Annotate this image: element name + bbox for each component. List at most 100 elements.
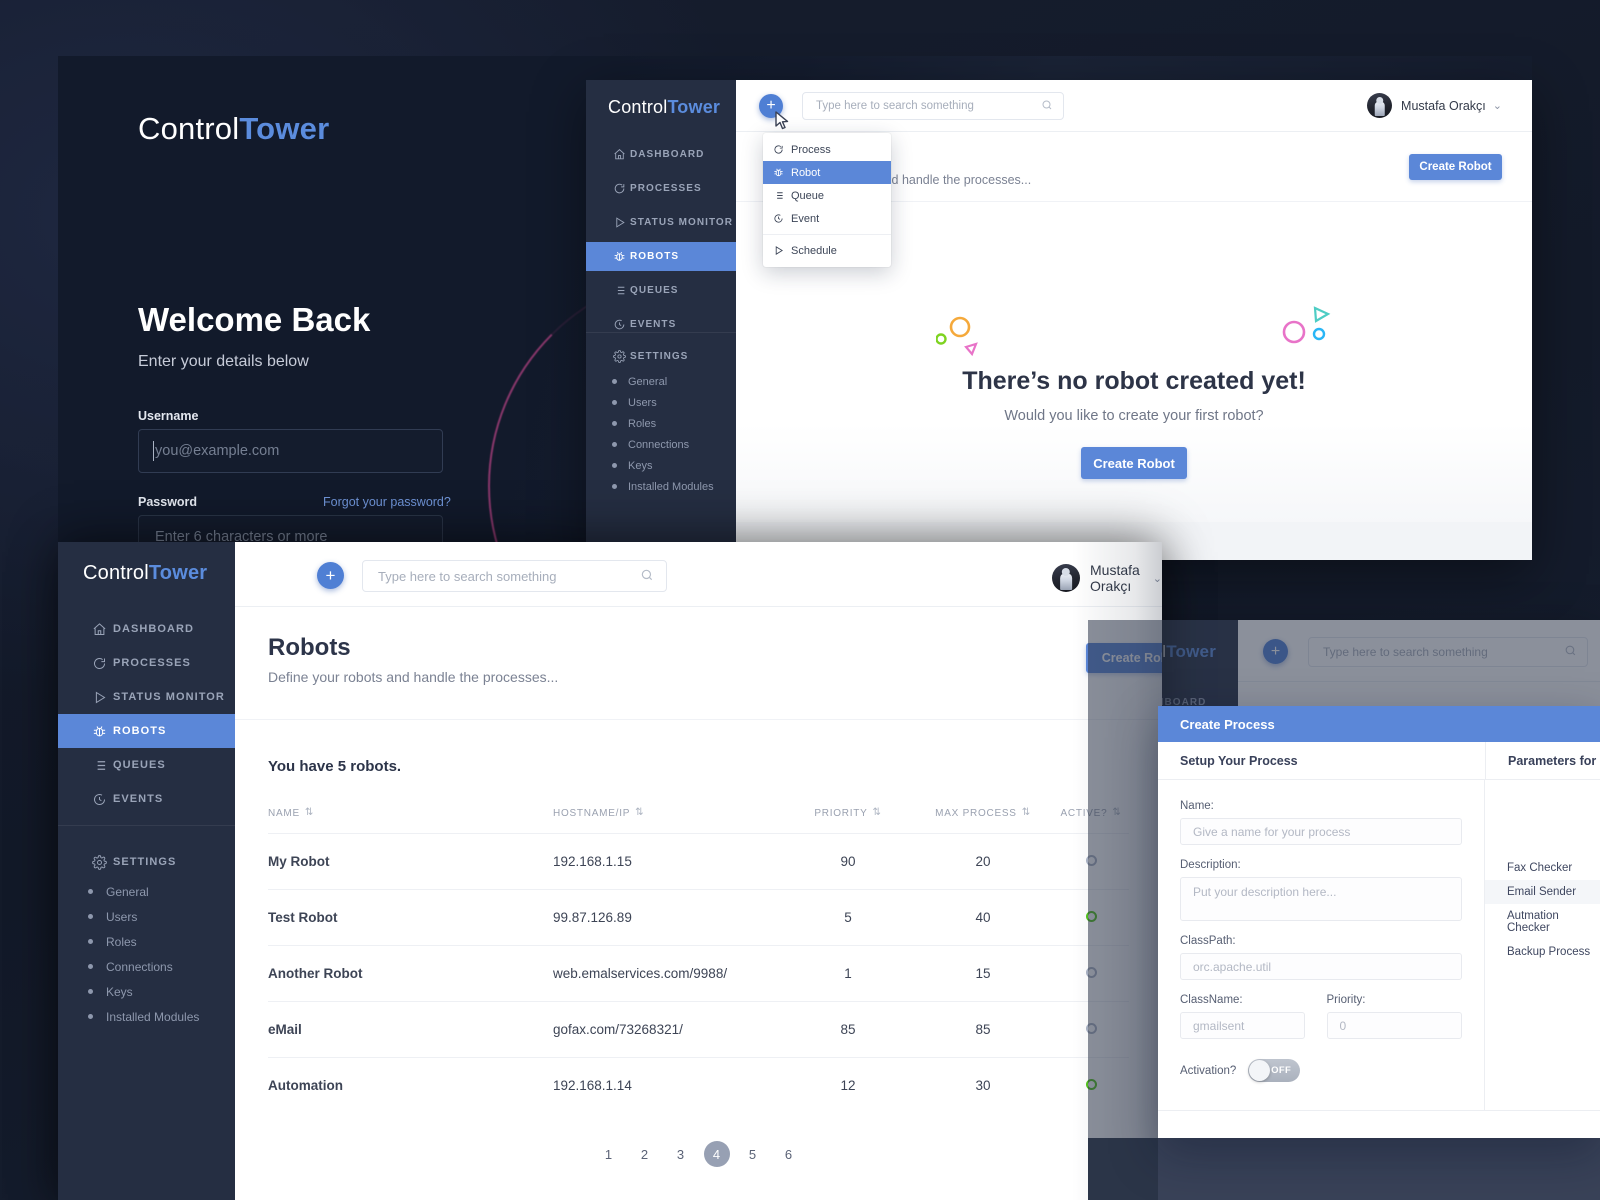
parameter-label: Email Sender — [1507, 886, 1577, 898]
parameter-item-fax-checker[interactable]: Fax Checker — [1485, 856, 1600, 880]
sidebar-item-robots[interactable]: ROBOTS — [586, 242, 736, 271]
column-header-hostname[interactable]: HOSTNAME/IP ⇅ — [553, 807, 783, 834]
sidebar-item-events[interactable]: EVENTS — [58, 782, 235, 816]
page-button-2[interactable]: 2 — [632, 1141, 658, 1167]
sidebar-item-processes[interactable]: PROCESSES — [58, 646, 235, 680]
add-button[interactable]: + — [317, 562, 344, 589]
cell-priority: 1 — [783, 945, 913, 1002]
priority-field[interactable]: 0 — [1326, 1012, 1462, 1039]
sidebar-item-keys[interactable]: Keys — [586, 455, 736, 476]
column-header-max-process[interactable]: MAX PROCESS ⇅ — [913, 807, 1053, 834]
dropdown-item-schedule[interactable]: Schedule — [763, 239, 891, 262]
create-dropdown-menu: Process Robot Queue Event Schedule — [763, 133, 891, 267]
sidebar-item-users[interactable]: Users — [58, 904, 235, 929]
process-icon — [608, 182, 630, 195]
sidebar-item-queues[interactable]: QUEUES — [58, 748, 235, 782]
list-icon — [773, 190, 791, 201]
tab-parameters[interactable]: Parameters for — [1485, 742, 1600, 779]
sidebar-item-installed-modules[interactable]: Installed Modules — [58, 1004, 235, 1029]
bullet-icon — [612, 379, 617, 384]
description-field[interactable]: Put your description here... — [1180, 877, 1462, 921]
sidebar-item-processes[interactable]: PROCESSES — [586, 174, 736, 203]
avatar — [1052, 564, 1080, 592]
dropdown-item-event[interactable]: Event — [763, 207, 891, 230]
sidebar-item-queues[interactable]: QUEUES — [586, 276, 736, 305]
confetti-right-decoration — [1282, 306, 1331, 344]
table-row[interactable]: eMail gofax.com/73268321/ 85 85 — [268, 1001, 1129, 1058]
column-header-priority[interactable]: PRIORITY ⇅ — [783, 807, 913, 834]
sort-icon: ⇅ — [872, 807, 882, 818]
page-button-5[interactable]: 5 — [740, 1141, 766, 1167]
modal-title-bar: Create Process — [1158, 706, 1600, 742]
table-row[interactable]: Automation 192.168.1.14 12 30 — [268, 1057, 1129, 1113]
sidebar-item-general[interactable]: General — [58, 879, 235, 904]
tab-setup-your-process[interactable]: Setup Your Process — [1158, 742, 1485, 779]
sidebar-item-connections[interactable]: Connections — [58, 954, 235, 979]
sidebar-item-label: ROBOTS — [630, 251, 680, 262]
sidebar-item-settings[interactable]: SETTINGS — [58, 845, 176, 879]
parameter-item-autmation-checker[interactable]: Autmation Checker — [1485, 904, 1600, 940]
user-menu[interactable]: Mustafa Orakçı ⌄ — [1052, 562, 1162, 594]
search-input[interactable]: Type here to search something — [362, 560, 667, 592]
table-body: My Robot 192.168.1.15 90 20 Test Robot 9… — [268, 833, 1129, 1113]
empty-state-create-robot-button[interactable]: Create Robot — [1081, 447, 1187, 479]
sidebar-item-roles[interactable]: Roles — [58, 929, 235, 954]
sidebar-item-settings[interactable]: SETTINGS — [586, 342, 688, 371]
cell-hostname: 99.87.126.89 — [553, 889, 783, 946]
login-heading: Welcome Back — [138, 301, 371, 338]
cell-name: Automation — [268, 1057, 553, 1113]
dropdown-item-robot[interactable]: Robot — [763, 161, 891, 184]
play-icon — [608, 216, 630, 229]
activation-toggle[interactable]: OFF — [1248, 1059, 1301, 1082]
sidebar-item-robots[interactable]: ROBOTS — [58, 714, 235, 748]
page-button-6[interactable]: 6 — [776, 1141, 802, 1167]
cell-name: Test Robot — [268, 889, 553, 946]
sidebar-item-roles[interactable]: Roles — [586, 413, 736, 434]
create-robot-button[interactable]: Create Robot — [1409, 154, 1502, 180]
sidebar-item-label: General — [106, 884, 149, 899]
parameter-item-backup-process[interactable]: Backup Process — [1485, 940, 1600, 964]
user-menu[interactable]: Mustafa Orakçı ⌄ — [1367, 93, 1502, 118]
username-input[interactable]: you@example.com — [138, 429, 443, 473]
play-icon — [773, 245, 791, 256]
cell-priority: 85 — [783, 1001, 913, 1058]
gear-icon — [86, 854, 113, 870]
classname-group: ClassName: gmailsent — [1180, 994, 1305, 1053]
robots-count: You have 5 robots. — [268, 758, 402, 775]
name-field[interactable]: Give a name for your process — [1180, 818, 1462, 845]
page-header-mid-window: Robots Define your robots and handle the… — [235, 607, 1162, 720]
search-input[interactable]: Type here to search something — [802, 92, 1064, 120]
table-row[interactable]: My Robot 192.168.1.15 90 20 — [268, 833, 1129, 890]
classname-field[interactable]: gmailsent — [1180, 1012, 1305, 1039]
mouse-cursor — [775, 111, 789, 130]
robot-icon — [86, 724, 113, 739]
table-row[interactable]: Another Robot web.emalservices.com/9988/… — [268, 945, 1129, 1002]
sidebar-item-connections[interactable]: Connections — [586, 434, 736, 455]
page-button-4-current[interactable]: 4 — [703, 1141, 730, 1167]
sidebar-item-status-monitor[interactable]: STATUS MONITOR — [58, 680, 235, 714]
forgot-password-link[interactable]: Forgot your password? — [323, 495, 451, 509]
page-button-3[interactable]: 3 — [668, 1141, 694, 1167]
table-row[interactable]: Test Robot 99.87.126.89 5 40 — [268, 889, 1129, 946]
sidebar-item-dashboard[interactable]: DASHBOARD — [58, 612, 235, 646]
robot-icon — [773, 167, 791, 178]
dropdown-item-queue[interactable]: Queue — [763, 184, 891, 207]
sidebar-item-label: PROCESSES — [630, 183, 702, 194]
dropdown-item-process[interactable]: Process — [763, 138, 891, 161]
sidebar-item-keys[interactable]: Keys — [58, 979, 235, 1004]
sidebar-item-events[interactable]: EVENTS — [586, 310, 736, 339]
parameter-label: Autmation Checker — [1507, 910, 1559, 934]
column-header-name[interactable]: NAME ⇅ — [268, 807, 553, 834]
sidebar-item-label: STATUS MONITOR — [630, 217, 734, 228]
sidebar-item-general[interactable]: General — [586, 371, 736, 392]
sidebar-item-users[interactable]: Users — [586, 392, 736, 413]
classpath-field[interactable]: orc.apache.util — [1180, 953, 1462, 980]
dropdown-item-label: Queue — [791, 189, 825, 202]
sidebar-item-installed-modules[interactable]: Installed Modules — [586, 476, 736, 497]
page-button-1[interactable]: 1 — [596, 1141, 622, 1167]
sidebar-item-dashboard[interactable]: DASHBOARD — [586, 140, 736, 169]
parameter-item-email-sender[interactable]: Email Sender — [1485, 880, 1600, 904]
chevron-down-icon: ⌄ — [1492, 100, 1502, 112]
robot-icon — [608, 250, 630, 263]
sidebar-item-status-monitor[interactable]: STATUS MONITOR — [586, 208, 736, 237]
